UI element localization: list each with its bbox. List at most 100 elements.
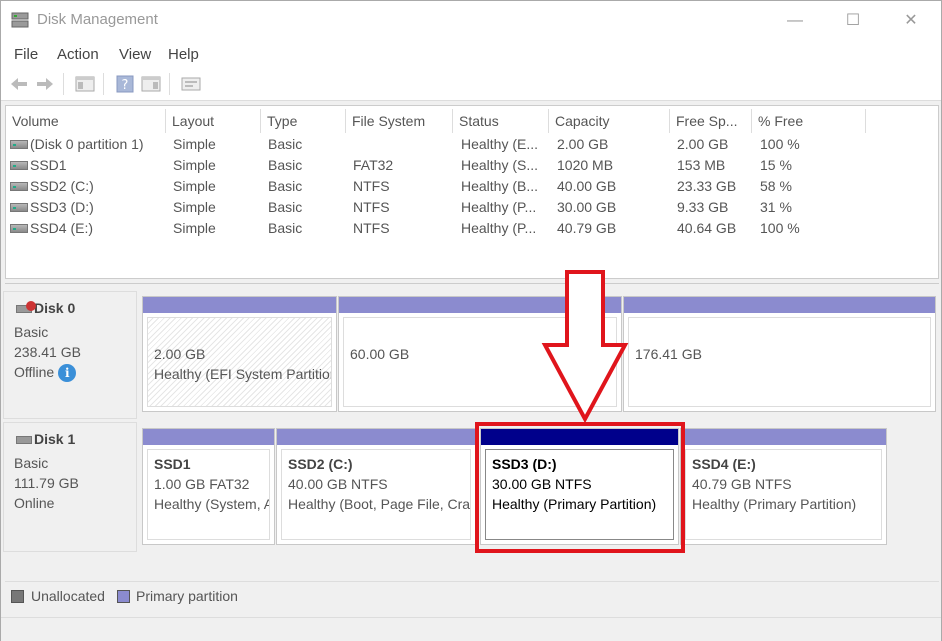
cell-status: Healthy (S... [461, 157, 539, 173]
legend-unallocated: Unallocated [31, 588, 105, 604]
column-header-capacity[interactable]: Capacity [549, 109, 670, 133]
cell-free-space: 153 MB [677, 157, 726, 173]
minimize-button[interactable]: — [775, 7, 815, 35]
disk-1-type: Basic [14, 455, 49, 471]
column-header-file-system[interactable]: File System [346, 109, 453, 133]
disk-0-partition-1[interactable]: 2.00 GB Healthy (EFI System Partition) [142, 296, 337, 412]
column-header-type[interactable]: Type [261, 109, 346, 133]
partition-status: Healthy (Primary Partition) [692, 496, 857, 512]
column-header-status[interactable]: Status [453, 109, 549, 133]
partition-size: 176.41 GB [635, 346, 702, 362]
menu-help[interactable]: Help [168, 46, 199, 63]
ssd2-partition[interactable]: SSD2 (C:) 40.00 GB NTFS Healthy (Boot, P… [276, 428, 476, 545]
cell-layout: Simple [173, 220, 216, 236]
partition-size: 2.00 GB [154, 346, 206, 362]
cell-status: Healthy (P... [461, 199, 537, 215]
disk-0-size: 238.41 GB [14, 344, 81, 360]
cell-type: Basic [268, 157, 303, 173]
ssd4-partition[interactable]: SSD4 (E:) 40.79 GB NTFS Healthy (Primary… [680, 428, 887, 545]
cell-volume: SSD2 (C:) [30, 178, 94, 194]
table-row[interactable]: SSD1 Simple Basic FAT32 Healthy (S... 10… [6, 155, 936, 176]
partition-bar [681, 429, 886, 445]
cell-percent-free: 31 % [760, 199, 792, 215]
disk-0-status: Offline [14, 364, 55, 380]
svg-text:?: ? [122, 78, 129, 93]
menu-view[interactable]: View [119, 46, 151, 63]
cell-free-space: 23.33 GB [677, 178, 737, 194]
partition-status: Healthy (EFI System Partition) [154, 366, 332, 382]
disk-icon [16, 436, 32, 444]
partition-detail: 40.00 GB NTFS [288, 476, 388, 492]
partition-bar [143, 297, 336, 313]
help-icon[interactable]: ? [115, 75, 135, 93]
cell-file-system: NTFS [353, 220, 390, 236]
unallocated-swatch [11, 590, 24, 603]
disk-1-label[interactable]: Disk 1 Basic 111.79 GB Online [3, 422, 137, 552]
cell-percent-free: 58 % [760, 178, 792, 194]
cell-free-space: 40.64 GB [677, 220, 737, 236]
table-row[interactable]: SSD2 (C:) Simple Basic NTFS Healthy (B..… [6, 176, 936, 197]
menu-action[interactable]: Action [57, 46, 99, 63]
menu-bar: File Action View Help [1, 41, 941, 67]
forward-arrow-icon[interactable] [35, 75, 55, 93]
info-icon[interactable]: i [58, 364, 77, 383]
disk-1-name: Disk 1 [34, 431, 76, 447]
ssd1-partition[interactable]: SSD1 1.00 GB FAT32 Healthy (System, Acti… [142, 428, 275, 545]
cell-percent-free: 100 % [760, 220, 800, 236]
properties-icon[interactable] [141, 75, 161, 93]
partition-detail: 1.00 GB FAT32 [154, 476, 250, 492]
window-title: Disk Management [37, 11, 158, 28]
partition-bar [277, 429, 475, 445]
cell-percent-free: 15 % [760, 157, 792, 173]
cell-file-system: NTFS [353, 178, 390, 194]
cell-status: Healthy (B... [461, 178, 539, 194]
partition-body: 176.41 GB [628, 317, 931, 407]
disk-management-window: Disk Management — ☐ ✕ File Action View H… [0, 0, 942, 641]
toolbar: ? [1, 67, 941, 101]
annotation-highlight-box [475, 422, 685, 553]
close-button[interactable]: ✕ [891, 7, 931, 35]
volume-icon [10, 182, 28, 191]
toolbar-separator [169, 73, 170, 95]
cell-volume: (Disk 0 partition 1) [30, 136, 144, 152]
status-bar [1, 617, 941, 641]
column-header-volume[interactable]: Volume [6, 109, 166, 133]
partition-bar [624, 297, 935, 313]
column-header-percent-free[interactable]: % Free [752, 109, 866, 133]
cell-free-space: 9.33 GB [677, 199, 729, 215]
maximize-button[interactable]: ☐ [833, 7, 873, 35]
cell-file-system: NTFS [353, 199, 390, 215]
partition-body: SSD2 (C:) 40.00 GB NTFS Healthy (Boot, P… [281, 449, 471, 540]
disk-0-name: Disk 0 [34, 300, 76, 316]
partition-body: 2.00 GB Healthy (EFI System Partition) [147, 317, 332, 407]
legend-primary-partition: Primary partition [136, 588, 238, 604]
cell-capacity: 40.00 GB [557, 178, 617, 194]
annotation-down-arrow-icon [541, 270, 629, 423]
disk-1-status: Online [14, 495, 55, 511]
offline-error-icon [26, 301, 36, 311]
console-tree-icon[interactable] [75, 75, 95, 93]
disk-0-label[interactable]: Disk 0 Basic 238.41 GB Offline i [3, 291, 137, 419]
cell-capacity: 30.00 GB [557, 199, 617, 215]
disk-0-partition-3[interactable]: 176.41 GB [623, 296, 936, 412]
column-header-free-space[interactable]: Free Sp... [670, 109, 752, 133]
cell-type: Basic [268, 136, 303, 152]
disk-1-size: 111.79 GB [14, 475, 79, 491]
refresh-icon[interactable] [181, 75, 201, 93]
disk-0-status-line: Offline i [14, 362, 126, 383]
partition-name: SSD2 (C:) [288, 456, 353, 472]
toolbar-separator [103, 73, 104, 95]
partition-body: SSD1 1.00 GB FAT32 Healthy (System, Acti… [147, 449, 270, 540]
cell-capacity: 1020 MB [557, 157, 614, 173]
cell-volume: SSD4 (E:) [30, 220, 94, 236]
partition-detail: 40.79 GB NTFS [692, 476, 792, 492]
menu-file[interactable]: File [14, 46, 38, 63]
table-row[interactable]: SSD4 (E:) Simple Basic NTFS Healthy (P..… [6, 218, 936, 239]
cell-layout: Simple [173, 178, 216, 194]
back-arrow-icon[interactable] [9, 75, 29, 93]
disk-0-type: Basic [14, 324, 49, 340]
primary-partition-swatch [117, 590, 130, 603]
table-row[interactable]: SSD3 (D:) Simple Basic NTFS Healthy (P..… [6, 197, 936, 218]
table-row[interactable]: (Disk 0 partition 1) Simple Basic Health… [6, 134, 936, 155]
column-header-layout[interactable]: Layout [166, 109, 261, 133]
